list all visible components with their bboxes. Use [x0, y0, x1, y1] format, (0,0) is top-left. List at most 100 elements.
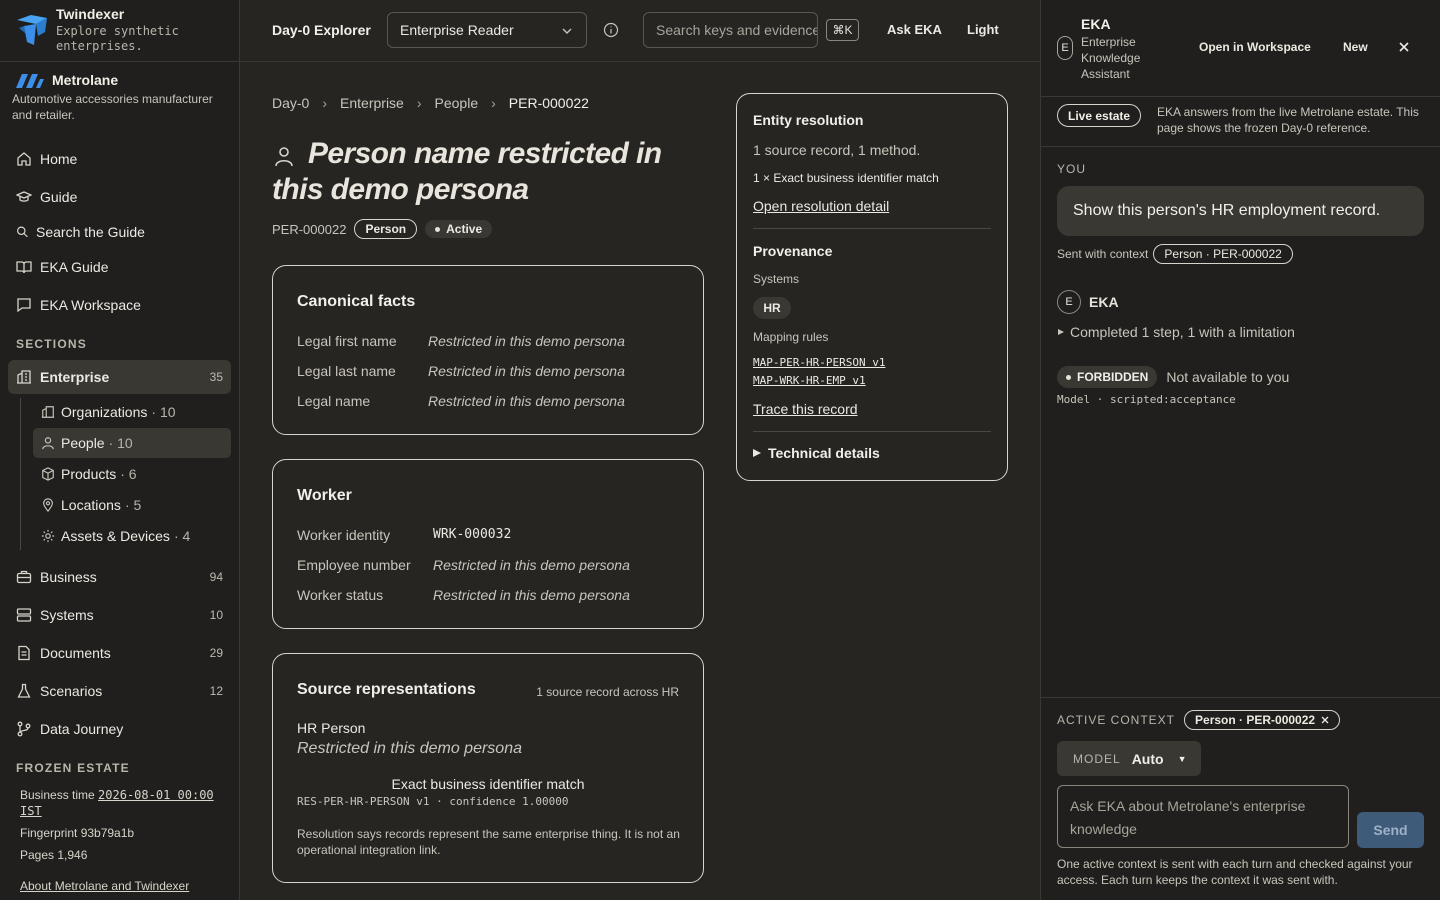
open-in-workspace-button[interactable]: Open in Workspace	[1199, 40, 1311, 54]
active-context-chip[interactable]: Person · PER-000022	[1184, 710, 1341, 730]
nav-systems[interactable]: Systems 10	[8, 598, 231, 632]
status-dot-icon	[435, 226, 441, 232]
open-resolution-link[interactable]: Open resolution detail	[753, 198, 889, 214]
nav-guide-label: Guide	[40, 189, 78, 205]
nav-business[interactable]: Business 94	[8, 560, 231, 594]
search-input[interactable]: Search keys and evidence	[643, 12, 818, 48]
nav-business-count: 94	[209, 570, 223, 584]
breadcrumb-current: PER-000022	[508, 95, 589, 111]
building-icon	[17, 370, 31, 384]
briefcase-icon	[16, 570, 32, 584]
resolution-method: 1 × Exact business identifier match	[753, 171, 939, 185]
nav-eka-guide[interactable]: EKA Guide	[8, 250, 231, 284]
business-time-label: Business time	[20, 788, 95, 802]
theme-toggle[interactable]: Light	[967, 22, 999, 37]
nav-systems-count: 10	[209, 608, 223, 622]
nav-scenarios[interactable]: Scenarios 12	[8, 674, 231, 708]
technical-details-toggle[interactable]: Technical details	[753, 445, 880, 461]
nav-eka-workspace[interactable]: EKA Workspace	[8, 288, 231, 322]
new-chat-button[interactable]: New	[1343, 40, 1368, 54]
user-message: Show this person's HR employment record.	[1057, 186, 1424, 236]
nav-systems-label: Systems	[40, 607, 94, 623]
assistant-header: E EKA	[1057, 290, 1119, 314]
chevron-right-icon: ›	[322, 95, 328, 111]
nav-home[interactable]: Home	[8, 142, 231, 176]
forbidden-message: Not available to you	[1166, 369, 1290, 385]
flask-icon	[17, 683, 31, 698]
model-info: Model · scripted:acceptance	[1057, 393, 1236, 406]
ask-eka-button[interactable]: Ask EKA	[887, 22, 942, 37]
live-estate-badge: Live estate	[1057, 104, 1142, 127]
subnav-assets-count: · 4	[173, 528, 191, 544]
subnav-people-count: · 10	[108, 435, 133, 451]
nav-enterprise[interactable]: Enterprise 35	[8, 360, 231, 394]
nav-search-guide[interactable]: Search the Guide	[8, 215, 231, 249]
breadcrumb-enterprise[interactable]: Enterprise	[340, 95, 404, 111]
fact-row: Worker status Restricted in this demo pe…	[297, 587, 630, 603]
map-pin-icon	[43, 498, 53, 512]
subnav-people[interactable]: People · 10	[33, 428, 231, 458]
trace-record-link[interactable]: Trace this record	[753, 401, 858, 417]
resolution-rule: RES-PER-HR-PERSON v1 · confidence 1.0000…	[297, 795, 569, 808]
mapping-rules-label: Mapping rules	[753, 330, 829, 344]
brand-tagline: Explore synthetic enterprises.	[56, 24, 179, 53]
breadcrumb: Day-0 › Enterprise › People › PER-000022	[272, 95, 589, 111]
fact-row: Worker identity WRK-000032	[297, 527, 511, 543]
fact-row: Employee number Restricted in this demo …	[297, 557, 630, 573]
fact-key: Legal name	[297, 393, 371, 409]
nav-data-journey[interactable]: Data Journey	[8, 712, 231, 746]
technical-details-label: Technical details	[768, 445, 880, 461]
status-badge: Active	[425, 220, 493, 238]
steps-disclosure[interactable]: Completed 1 step, 1 with a limitation	[1057, 324, 1295, 340]
subnav-locations[interactable]: Locations · 5	[33, 490, 231, 520]
mapping-rule-link[interactable]: MAP-WRK-HR-EMP v1	[753, 374, 866, 387]
model-select-value: Auto	[1131, 750, 1164, 767]
close-icon[interactable]	[1397, 40, 1411, 54]
system-chip-hr[interactable]: HR	[753, 297, 791, 319]
gear-icon	[41, 529, 55, 543]
systems-label: Systems	[753, 272, 800, 286]
breadcrumb-people[interactable]: People	[435, 95, 479, 111]
subnav-organizations[interactable]: Organizations · 10	[33, 397, 231, 427]
mapping-rule-link[interactable]: MAP-PER-HR-PERSON v1	[753, 356, 885, 369]
match-method: Exact business identifier match	[391, 776, 585, 792]
persona-select[interactable]: Enterprise Reader	[387, 12, 587, 48]
nav-eka-workspace-label: EKA Workspace	[40, 297, 141, 313]
chat-bubble-icon	[17, 298, 31, 313]
message-input-placeholder: Ask EKA about Metrolane's enterprise kno…	[1070, 798, 1306, 837]
nav-guide[interactable]: Guide	[8, 180, 231, 214]
home-icon	[17, 152, 31, 166]
divider	[753, 228, 991, 229]
subnav-assets-label: Assets & Devices	[61, 528, 170, 544]
brand-header[interactable]: Twindexer Explore synthetic enterprises.	[0, 0, 239, 62]
nav-documents[interactable]: Documents 29	[8, 636, 231, 670]
close-icon[interactable]	[1321, 716, 1329, 724]
subnav-locations-label: Locations	[61, 497, 121, 513]
subnav-products[interactable]: Products · 6	[33, 459, 231, 489]
git-branch-icon	[17, 721, 31, 737]
worker-card: Worker Worker identity WRK-000032 Employ…	[272, 459, 704, 629]
subnav-locations-count: · 5	[124, 497, 142, 513]
org-description: Automotive accessories manufacturer and …	[12, 92, 213, 122]
caret-right-icon	[753, 449, 761, 457]
subnav-assets-devices[interactable]: Assets & Devices · 4	[33, 521, 231, 551]
eka-panel: E EKA Enterprise Knowledge Assistant Ope…	[1040, 0, 1440, 900]
page-title: Person name restricted in this demo pers…	[272, 137, 662, 206]
send-button[interactable]: Send	[1357, 812, 1424, 848]
model-select[interactable]: MODEL Auto ▼	[1057, 741, 1201, 776]
top-bar: Day-0 Explorer Enterprise Reader Search …	[240, 0, 1040, 62]
metrolane-logo-icon	[16, 74, 44, 88]
entity-resolution-heading: Entity resolution	[753, 112, 864, 128]
source-system-label: HR Person	[297, 720, 366, 736]
resolution-note: Resolution says records represent the sa…	[297, 827, 680, 857]
nav-business-label: Business	[40, 569, 97, 585]
app-title: Day-0 Explorer	[272, 22, 371, 38]
breadcrumb-day0[interactable]: Day-0	[272, 95, 309, 111]
about-link[interactable]: About Metrolane and Twindexer	[20, 879, 189, 893]
document-icon	[18, 645, 30, 661]
graduation-cap-icon	[16, 191, 32, 202]
source-representations-heading: Source representations	[297, 681, 476, 698]
info-icon[interactable]	[603, 22, 619, 38]
message-input[interactable]: Ask EKA about Metrolane's enterprise kno…	[1057, 785, 1349, 848]
fact-key: Legal first name	[297, 333, 397, 349]
